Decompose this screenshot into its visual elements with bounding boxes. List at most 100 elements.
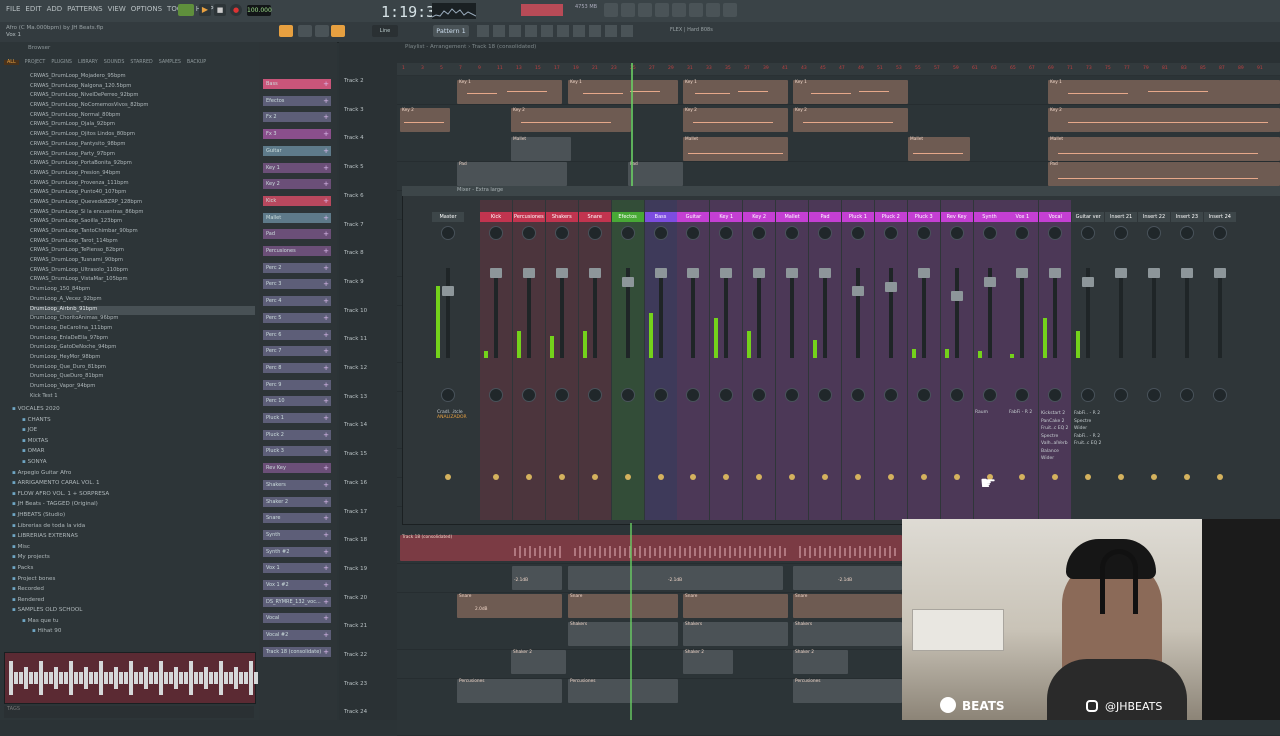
- track-name[interactable]: Track 8: [344, 250, 396, 256]
- browser-tab-samples[interactable]: SAMPLES: [159, 60, 181, 65]
- browser-tab-backup[interactable]: BACKUP: [187, 60, 206, 65]
- browser-folder[interactable]: ▪ SAMPLES OLD SCHOOL: [12, 607, 252, 618]
- pan-knob[interactable]: [521, 226, 536, 240]
- track-name[interactable]: Track 20: [344, 595, 396, 601]
- browser-folder[interactable]: ▪ JOE: [12, 427, 252, 438]
- add-icon[interactable]: +: [323, 631, 329, 639]
- volume-fader[interactable]: [884, 281, 897, 292]
- add-icon[interactable]: +: [323, 80, 329, 88]
- pattern-clip[interactable]: Mallet: [1048, 137, 1280, 161]
- audio-clip[interactable]: Track 18 (consolidated): [400, 535, 902, 561]
- stereo-knob[interactable]: [818, 388, 832, 402]
- pattern-clip[interactable]: Pad: [1048, 162, 1280, 186]
- master-volume-indicator[interactable]: [521, 4, 563, 16]
- menu-add[interactable]: ADD: [47, 5, 63, 13]
- add-icon[interactable]: +: [323, 130, 329, 138]
- pattern-clip[interactable]: Mallet: [511, 137, 571, 161]
- browser-file-item[interactable]: CRWAS_DrumLoop_Ojala_92bpm: [30, 121, 255, 131]
- snap-magnet-icon[interactable]: [331, 25, 345, 37]
- add-icon[interactable]: +: [323, 314, 329, 322]
- fx-slot[interactable]: FabFi - R 2: [1009, 410, 1032, 415]
- clip-source-item[interactable]: Synth #2 +: [263, 546, 331, 557]
- pattern-clip[interactable]: Shakers: [793, 622, 902, 646]
- browser-file-item[interactable]: CRWAS_DrumLoop_TantoChimbar_90bpm: [30, 228, 255, 238]
- clip-source-item[interactable]: Pluck 3 +: [263, 446, 331, 457]
- mixer-strip[interactable]: Vocal: [1039, 200, 1072, 520]
- clip-source-item[interactable]: Vocal #2 +: [263, 630, 331, 641]
- browser-file-item[interactable]: DrumLoop_A_Vecez_92bpm: [30, 296, 255, 306]
- pan-knob[interactable]: [1015, 226, 1030, 240]
- add-icon[interactable]: +: [323, 97, 329, 105]
- clip-source-item[interactable]: Track 18 (consolidate) +: [263, 646, 331, 657]
- pattern-select[interactable]: Pattern 1: [433, 25, 469, 37]
- send-switch[interactable]: [1085, 474, 1092, 480]
- volume-fader[interactable]: [490, 268, 502, 278]
- browser-file-item[interactable]: DrumLoop_Vapor_94bpm: [30, 383, 255, 393]
- send-switch[interactable]: [756, 474, 763, 480]
- browser-file-item[interactable]: DrumLoop_ChoritoAnimas_96bpm: [30, 315, 255, 325]
- view-button[interactable]: [493, 25, 505, 37]
- view-button[interactable]: [477, 25, 489, 37]
- browser-file-item[interactable]: CRWAS_DrumLoop_Punto40_107bpm: [30, 189, 255, 199]
- pattern-clip[interactable]: Shakers: [568, 622, 678, 646]
- clip-source-item[interactable]: Mallet +: [263, 212, 331, 223]
- mixer-strip[interactable]: Snare: [578, 200, 611, 520]
- volume-fader[interactable]: [522, 268, 535, 278]
- track-name[interactable]: Track 7: [344, 222, 396, 228]
- clip-source-item[interactable]: Vocal +: [263, 613, 331, 624]
- track-name[interactable]: Track 2: [344, 78, 396, 84]
- browser-folder[interactable]: ▪ Packs: [12, 565, 252, 576]
- volume-fader[interactable]: [588, 268, 601, 278]
- track-name[interactable]: Track 17: [344, 509, 396, 515]
- browser-tab-plugins[interactable]: PLUGINS: [51, 60, 72, 65]
- send-switch[interactable]: [1118, 474, 1125, 480]
- pan-knob[interactable]: [1212, 226, 1227, 240]
- playhead[interactable]: [631, 63, 633, 193]
- tempo-display[interactable]: 100.000: [247, 5, 272, 16]
- stereo-knob[interactable]: [949, 388, 964, 402]
- fx-slot[interactable]: Raum: [975, 410, 988, 415]
- track-name[interactable]: Track 12: [344, 365, 396, 371]
- add-icon[interactable]: +: [323, 147, 329, 155]
- track-name[interactable]: Track 10: [344, 308, 396, 314]
- pan-knob[interactable]: [982, 226, 997, 240]
- stereo-knob[interactable]: [982, 388, 997, 402]
- mixer-strip[interactable]: Guitar ver: [1072, 200, 1105, 520]
- clip-source-item[interactable]: Rev Key +: [263, 463, 331, 474]
- pan-knob[interactable]: [489, 226, 503, 240]
- browser-folder[interactable]: ▪ Recorded: [12, 586, 252, 597]
- fx-slot[interactable]: FabFi.. - R 2: [1074, 410, 1101, 418]
- send-switch[interactable]: [690, 474, 697, 480]
- stereo-knob[interactable]: [686, 388, 701, 402]
- mixer-strip[interactable]: Kick: [480, 200, 512, 520]
- browser-folder[interactable]: ▪ OMAR: [12, 448, 252, 459]
- clip-source-item[interactable]: Guitar +: [263, 145, 331, 156]
- audio-clip[interactable]: -2.1dB: [793, 566, 902, 590]
- volume-fader[interactable]: [917, 268, 930, 278]
- menu-file[interactable]: FILE: [6, 5, 20, 13]
- pattern-clip[interactable]: Percusiones: [793, 679, 902, 703]
- add-icon[interactable]: +: [323, 414, 329, 422]
- browser-file-item[interactable]: CRWAS_DrumLoop_Si la encuentras_86bpm: [30, 209, 255, 219]
- clip-source-item[interactable]: Fx 3 +: [263, 129, 331, 140]
- fx-slot[interactable]: Wider: [1074, 425, 1101, 433]
- mixer-strip[interactable]: Master: [432, 200, 464, 520]
- track-name[interactable]: Track 22: [344, 652, 396, 658]
- paint-tool-icon[interactable]: [298, 25, 312, 37]
- mixer-icon[interactable]: [638, 3, 652, 17]
- pan-knob[interactable]: [1114, 226, 1129, 240]
- volume-fader[interactable]: [555, 268, 568, 278]
- flex-preset[interactable]: FLEX | Hard 808s: [670, 27, 713, 33]
- add-icon[interactable]: +: [323, 548, 329, 556]
- clip-source-item[interactable]: Vox 1 +: [263, 563, 331, 574]
- piano-roll-icon[interactable]: [621, 3, 635, 17]
- snap-select[interactable]: Line: [372, 25, 398, 37]
- browser-file-item[interactable]: CRWAS_DrumLoop_NivelDePerreo_92bpm: [30, 92, 255, 102]
- clip-source-item[interactable]: Pluck 2 +: [263, 429, 331, 440]
- stop-icon[interactable]: ■: [214, 4, 226, 16]
- add-icon[interactable]: +: [323, 614, 329, 622]
- pan-knob[interactable]: [441, 226, 455, 240]
- mixer-strip[interactable]: Bass: [644, 200, 677, 520]
- mixer-strip[interactable]: Pluck 1: [841, 200, 874, 520]
- export-icon[interactable]: [723, 3, 737, 17]
